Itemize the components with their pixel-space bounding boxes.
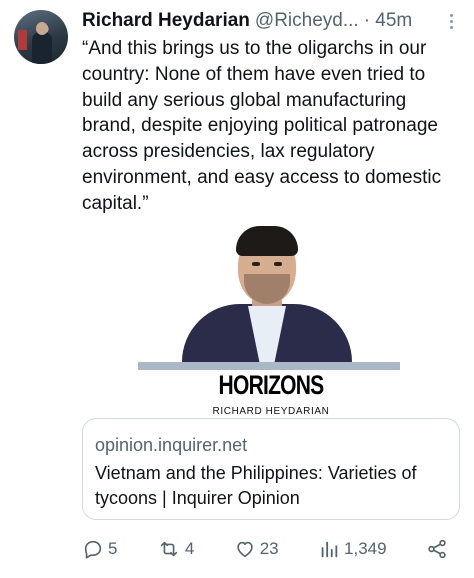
link-title: Vietnam and the Philippines: Varieties o… [95,463,417,508]
author-handle[interactable]: @Richeyd... [255,10,359,32]
share-button[interactable] [426,538,448,560]
like-count: 23 [259,539,279,558]
views-icon [321,541,338,558]
avatar-head [36,22,48,35]
views-button[interactable]: 1,349 [318,538,387,560]
tweet-media-image[interactable]: HORIZONS RICHARD HEYDARIAN [82,218,460,424]
author-name[interactable]: Richard Heydarian [82,10,250,32]
author-avatar[interactable] [14,10,68,64]
reply-count: 5 [108,539,118,558]
action-bar: 5 4 23 1,349 [82,536,448,562]
repost-button[interactable]: 4 [157,538,194,560]
views-count: 1,349 [344,539,387,558]
more-icon[interactable] [442,10,460,32]
media-brand-title: HORIZONS [218,370,325,400]
reply-button[interactable]: 5 [82,538,117,560]
avatar-figure [32,32,52,64]
repost-icon [160,541,178,557]
reply-icon [84,540,102,559]
media-divider-bar [138,362,400,370]
like-button[interactable]: 23 [234,538,279,560]
share-icon [428,539,446,559]
media-byline: RICHARD HEYDARIAN [212,406,330,417]
link-domain: opinion.inquirer.net [95,435,248,455]
tweet-header: Richard Heydarian @Richeyd... · 45m [82,8,460,34]
columnist-portrait [182,222,352,362]
tweet-text: “And this brings us to the oligarchs in … [82,38,442,214]
like-icon [237,541,253,558]
tweet-time[interactable]: · 45m [364,10,413,32]
link-card[interactable]: opinion.inquirer.net Vietnam and the Phi… [82,418,460,520]
repost-count: 4 [184,539,195,558]
avatar-flag [18,30,27,50]
